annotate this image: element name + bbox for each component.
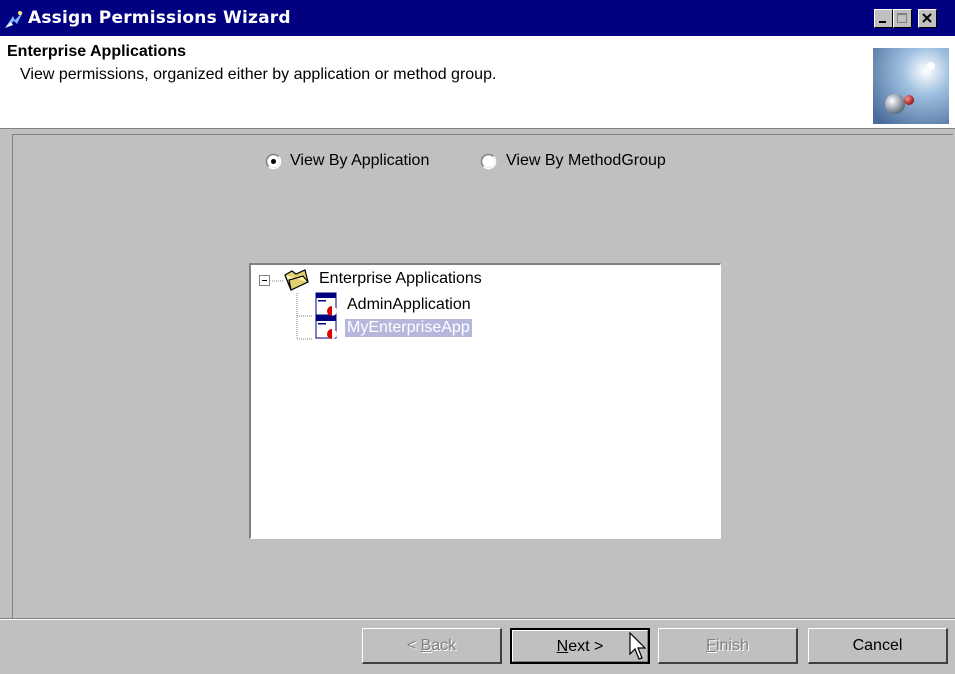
tree-item-my-enterprise-app[interactable]: MyEnterpriseApp <box>345 319 472 337</box>
back-button[interactable]: < Back <box>362 628 502 664</box>
footer-separator <box>0 618 955 620</box>
next-button-face: Next > <box>512 630 648 662</box>
finish-button[interactable]: Finish <box>658 628 798 664</box>
back-button-mnemonic: B <box>420 637 432 654</box>
globe-graphic-icon <box>873 48 949 124</box>
next-button-mnemonic: N <box>556 638 569 655</box>
view-by-application-label: View By Application <box>290 152 430 169</box>
minimize-icon <box>879 21 886 23</box>
view-by-method-group-label: View By MethodGroup <box>506 152 666 169</box>
cancel-button[interactable]: Cancel <box>808 628 948 664</box>
radio-selected-icon[interactable] <box>265 153 282 170</box>
tree-root-label[interactable]: Enterprise Applications <box>319 270 482 288</box>
tree-item-admin-application[interactable]: AdminApplication <box>347 296 471 314</box>
radio-unselected-icon[interactable] <box>480 153 497 170</box>
next-button-rest: ext > <box>568 638 604 655</box>
wizard-window: Assign Permissions Wizard Enterprise App… <box>0 0 955 674</box>
finish-button-mnemonic: F <box>706 637 716 654</box>
page-title: Enterprise Applications <box>7 43 186 60</box>
wizard-header: Enterprise Applications View permissions… <box>0 36 955 129</box>
cancel-button-label: Cancel <box>852 637 903 654</box>
applications-tree[interactable]: Enterprise Applications AdminApplication… <box>249 263 721 539</box>
back-button-prefix: < <box>406 637 421 654</box>
window-title: Assign Permissions Wizard <box>28 8 291 28</box>
open-folder-icon <box>284 269 309 291</box>
mouse-pointer-icon <box>629 632 647 660</box>
close-icon <box>922 13 932 23</box>
minimize-button[interactable] <box>874 9 893 28</box>
back-button-rest: ack <box>431 637 457 654</box>
wizard-app-icon <box>5 11 23 28</box>
page-description: View permissions, organized either by ap… <box>20 66 497 83</box>
finish-button-rest: inish <box>715 637 749 654</box>
application-icon <box>315 315 337 339</box>
title-bar[interactable]: Assign Permissions Wizard <box>0 0 955 36</box>
maximize-icon <box>897 13 907 23</box>
maximize-button[interactable] <box>893 9 912 28</box>
close-button[interactable] <box>918 9 937 28</box>
